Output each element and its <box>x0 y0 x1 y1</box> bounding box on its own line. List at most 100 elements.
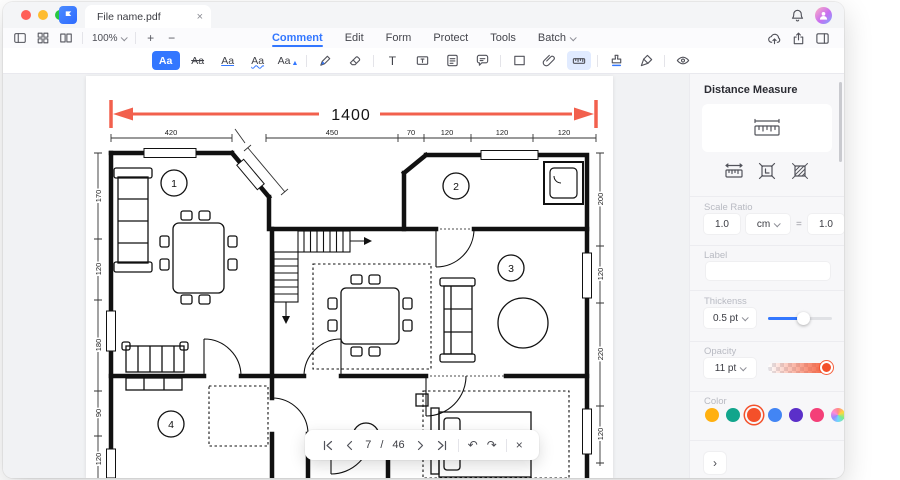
room-number: 2 <box>453 181 459 193</box>
distance-measure-icon[interactable] <box>724 162 744 180</box>
svg-text:120: 120 <box>496 128 509 137</box>
last-page-button[interactable] <box>436 439 449 452</box>
tab-edit[interactable]: Edit <box>345 32 364 44</box>
pencil-marker-tool[interactable] <box>313 51 337 70</box>
svg-text:70: 70 <box>407 128 415 137</box>
measure-preview-card <box>702 104 832 152</box>
show-hide-annotations-eye-icon[interactable] <box>671 51 695 70</box>
thickness-label: Thickenss <box>704 296 747 307</box>
color-swatch[interactable] <box>705 408 719 422</box>
svg-text:120: 120 <box>94 453 103 466</box>
tab-protect[interactable]: Protect <box>433 32 468 44</box>
equals-sign: = <box>796 219 802 230</box>
label-input[interactable] <box>706 262 830 280</box>
svg-text:120: 120 <box>596 268 605 281</box>
measured-distance-value: 1400 <box>331 107 371 124</box>
thickness-slider-thumb[interactable] <box>797 312 811 325</box>
share-icon[interactable] <box>791 31 806 46</box>
tab-comment[interactable]: Comment <box>271 32 323 47</box>
svg-text:420: 420 <box>165 128 178 137</box>
annotation-toolbar: Aa Aa Aa Aa Aa ▲ T <box>3 48 844 74</box>
svg-text:120: 120 <box>558 128 571 137</box>
next-page-button[interactable] <box>414 439 427 452</box>
first-page-button[interactable] <box>321 439 334 452</box>
squiggly-underline-tool[interactable]: Aa <box>246 51 270 70</box>
comment-bubble-tool[interactable] <box>470 51 494 70</box>
measure-ruler-tool[interactable] <box>567 51 592 70</box>
thickness-slider[interactable] <box>768 312 832 325</box>
scale-unit-dropdown[interactable]: cm <box>746 214 790 234</box>
scale-ratio-left-input[interactable]: 1.0 <box>704 214 740 234</box>
strikethrough-tool[interactable]: Aa <box>186 51 210 70</box>
opacity-dropdown[interactable]: 11 pt <box>704 358 756 378</box>
page-navigator: 7 / 46 ↶ ↷ × <box>305 430 539 460</box>
tab-tools[interactable]: Tools <box>490 32 516 44</box>
tab-batch[interactable]: Batch <box>538 32 577 44</box>
signature-pen-tool[interactable] <box>634 51 658 70</box>
scale-ratio-label: Scale Ratio <box>704 202 753 213</box>
app-window: File name.pdf × 100% + − Comment Edit Fo… <box>3 2 844 478</box>
thickness-dropdown[interactable]: 0.5 pt <box>704 308 756 328</box>
svg-text:180: 180 <box>94 339 103 352</box>
opacity-slider-thumb[interactable] <box>820 361 833 374</box>
app-logo-icon <box>59 6 77 24</box>
collapse-panel-button[interactable]: › <box>704 452 726 474</box>
insert-caret-tool[interactable]: Aa ▲ <box>276 51 301 70</box>
color-swatch-row <box>705 408 844 422</box>
document-tab-title: File name.pdf <box>97 10 161 23</box>
textbox-tool[interactable] <box>410 51 434 70</box>
measure-mode-buttons <box>724 162 824 180</box>
tab-form[interactable]: Form <box>386 32 412 44</box>
svg-text:120: 120 <box>596 428 605 441</box>
user-avatar[interactable] <box>815 6 832 24</box>
room-number: 3 <box>508 263 514 275</box>
document-canvas[interactable]: 420 450 70 120 120 120 170 120 180 90 12… <box>3 74 689 478</box>
minimize-window-button[interactable] <box>38 10 48 20</box>
previous-page-button[interactable] <box>343 439 356 452</box>
distance-measure-annotation[interactable]: 1400 <box>109 100 598 128</box>
underline-tool[interactable]: Aa <box>216 51 240 70</box>
area-measure-icon[interactable] <box>790 162 810 180</box>
panel-title: Distance Measure <box>704 84 798 96</box>
color-swatch[interactable] <box>810 408 824 422</box>
cloud-upload-icon[interactable] <box>767 31 782 46</box>
opacity-label: Opacity <box>704 346 737 357</box>
pdf-page[interactable]: 420 450 70 120 120 120 170 120 180 90 12… <box>86 76 613 478</box>
redo-button[interactable]: ↷ <box>487 438 497 452</box>
screenshot-stage: File name.pdf × 100% + − Comment Edit Fo… <box>0 0 900 480</box>
current-page-number[interactable]: 7 <box>365 439 371 451</box>
color-swatch[interactable] <box>768 408 782 422</box>
color-swatch[interactable] <box>747 408 761 422</box>
scale-ratio-right-input[interactable]: 1.0 <box>808 214 844 234</box>
eraser-tool[interactable] <box>343 51 367 70</box>
secondary-bar: 100% + − Comment Edit Form Protect Tools… <box>3 28 844 48</box>
room-number: 1 <box>171 178 177 190</box>
notifications-bell-icon[interactable] <box>790 8 805 23</box>
svg-text:170: 170 <box>94 190 103 203</box>
total-pages: 46 <box>392 439 405 451</box>
color-swatch[interactable] <box>789 408 803 422</box>
panel-scrollbar[interactable] <box>839 82 842 162</box>
highlight-text-tool[interactable]: Aa <box>151 51 180 70</box>
svg-text:220: 220 <box>596 348 605 361</box>
document-tab[interactable]: File name.pdf × <box>85 5 211 28</box>
panel-toggle-icon[interactable] <box>815 31 830 46</box>
ruler-icon <box>754 118 780 136</box>
close-toolbar-button[interactable]: × <box>516 438 523 452</box>
attachment-clip-tool[interactable] <box>537 51 561 70</box>
sticky-note-tool[interactable] <box>440 51 464 70</box>
opacity-slider[interactable] <box>768 361 833 374</box>
tab-close-icon[interactable]: × <box>197 11 203 23</box>
stairs <box>273 230 372 324</box>
undo-button[interactable]: ↶ <box>468 438 478 452</box>
rectangle-shape-tool[interactable] <box>507 51 531 70</box>
stamp-tool[interactable] <box>604 51 628 70</box>
perimeter-measure-icon[interactable] <box>757 162 777 180</box>
svg-text:200: 200 <box>596 193 605 206</box>
floorplan-drawing: 420 450 70 120 120 120 170 120 180 90 12… <box>93 100 607 478</box>
custom-color-picker-swatch[interactable] <box>831 408 844 422</box>
close-window-button[interactable] <box>21 10 31 20</box>
typewriter-text-tool[interactable]: T <box>380 51 404 70</box>
svg-text:450: 450 <box>326 128 339 137</box>
color-swatch[interactable] <box>726 408 740 422</box>
